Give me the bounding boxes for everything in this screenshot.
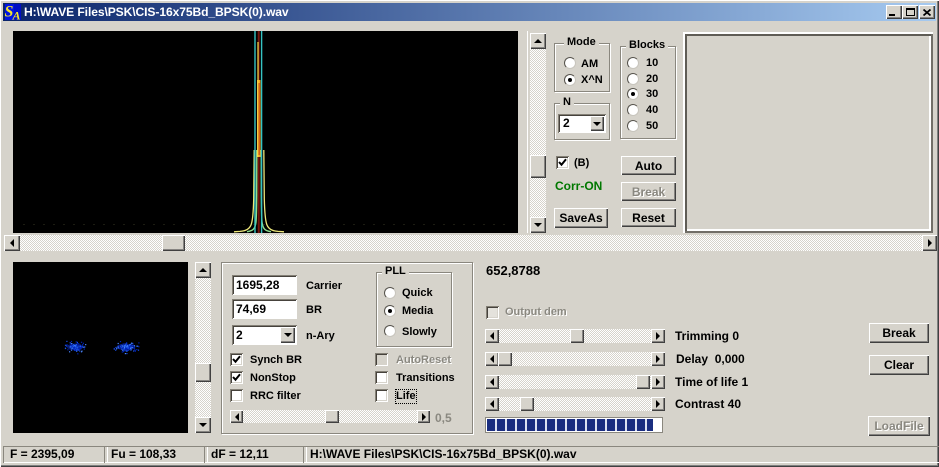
svg-text:A: A — [12, 9, 21, 21]
